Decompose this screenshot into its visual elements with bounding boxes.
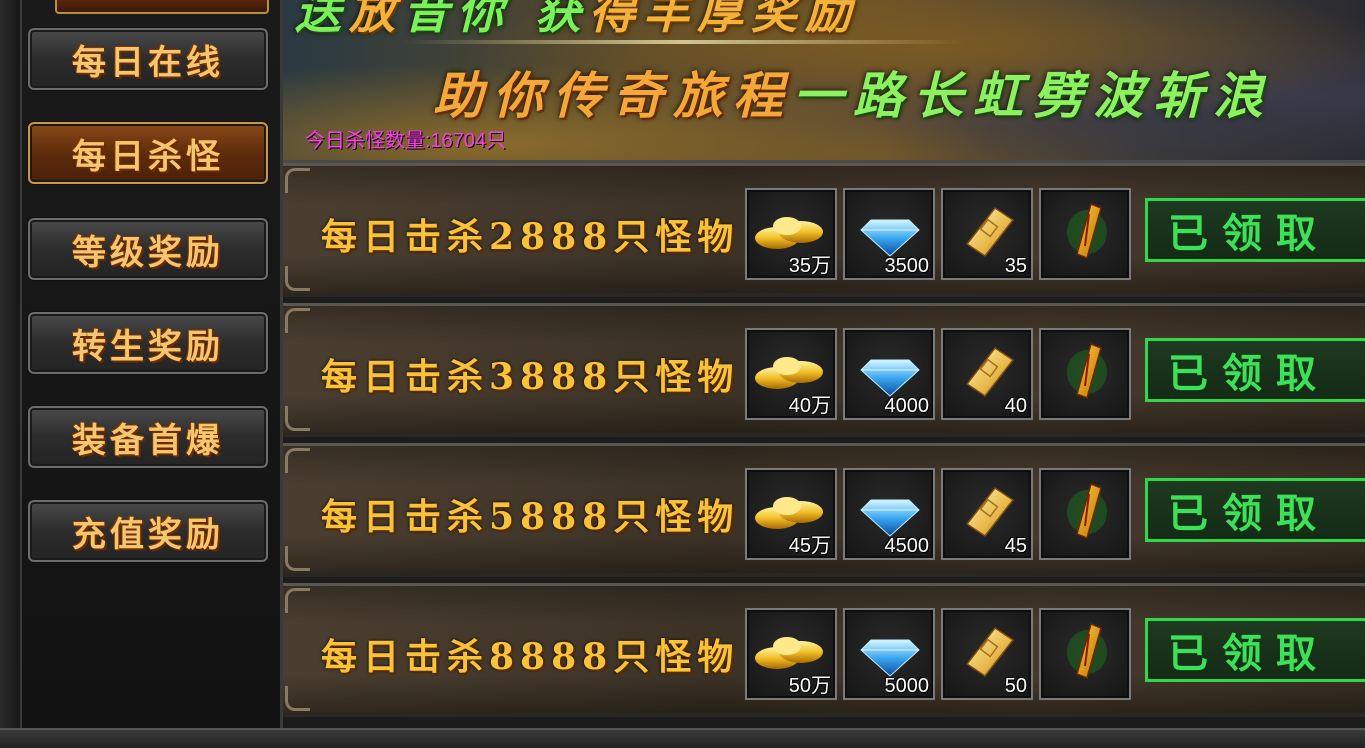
sidebar-edge [0, 0, 22, 730]
task-title: 每日击杀3888只怪物 [321, 356, 740, 398]
diamond-icon [860, 359, 920, 397]
reward-quantity: 45 [1004, 535, 1027, 557]
reward-slot-gold[interactable]: 40万 [745, 328, 837, 420]
sidebar-item-level-reward[interactable]: 等级奖励 [28, 218, 268, 280]
row-ornament [285, 406, 310, 431]
scroll-icon [965, 346, 1015, 398]
reward-slot-gold[interactable]: 35万 [745, 188, 837, 280]
sidebar-item-rebirth-reward[interactable]: 转生奖励 [28, 312, 268, 374]
talisman-icon [1067, 482, 1107, 540]
banner-text-gold: 助你传奇旅程 [433, 66, 793, 125]
scroll-icon [965, 626, 1015, 678]
row-ornament [285, 168, 310, 193]
banner-text: 放 [349, 0, 403, 39]
sidebar-item-daily-kill[interactable]: 每日杀怪 [28, 122, 268, 184]
reward-quantity: 40万 [788, 395, 831, 417]
reward-slot-scroll[interactable]: 50 [941, 608, 1033, 700]
reward-slot-gold[interactable]: 45万 [745, 468, 837, 560]
sidebar-item-equip-first-drop[interactable]: 装备首爆 [28, 406, 268, 468]
kill-count-label: 今日杀怪数量:16704只 [305, 130, 507, 152]
reward-quantity: 35万 [788, 255, 831, 277]
banner-text: 你 [457, 0, 511, 39]
diamond-icon [860, 219, 920, 257]
sidebar-top-ornament [55, 0, 269, 14]
reward-slot-diamond[interactable]: 5000 [843, 608, 935, 700]
banner-text-green: 一路长虹劈波斩浪 [793, 66, 1273, 125]
banner-shine [403, 40, 963, 44]
claim-label: 已领取 [1168, 211, 1330, 257]
bottom-frame [0, 728, 1365, 748]
talisman-icon [1067, 202, 1107, 260]
task-title: 每日击杀5888只怪物 [321, 496, 740, 538]
banner-text: 得丰厚奖励 [589, 0, 860, 39]
sidebar-item-label: 充值奖励 [72, 514, 224, 555]
scroll-icon [965, 206, 1015, 258]
task-row: 每日击杀2888只怪物 35万 3500 35 已领取 [283, 163, 1365, 297]
reward-quantity: 3500 [884, 255, 930, 277]
reward-slot-diamond[interactable]: 4000 [843, 328, 935, 420]
reward-quantity: 50万 [788, 675, 831, 697]
task-title: 每日击杀8888只怪物 [321, 636, 740, 678]
claimed-button[interactable]: 已领取 [1145, 338, 1365, 402]
reward-quantity: 45万 [788, 535, 831, 557]
sidebar-item-label: 每日杀怪 [72, 136, 224, 177]
reward-quantity: 35 [1004, 255, 1027, 277]
reward-quantity: 50 [1004, 675, 1027, 697]
row-ornament [285, 686, 310, 711]
sidebar-item-daily-online[interactable]: 每日在线 [28, 28, 268, 90]
reward-quantity: 5000 [884, 675, 930, 697]
diamond-icon [860, 639, 920, 677]
row-ornament [285, 588, 310, 613]
task-row: 每日击杀3888只怪物 40万 4000 40 已领取 [283, 303, 1365, 437]
sidebar-item-recharge-reward[interactable]: 充值奖励 [28, 500, 268, 562]
scroll-icon [965, 486, 1015, 538]
banner-text: 昔 [403, 0, 457, 39]
reward-slot-diamond[interactable]: 4500 [843, 468, 935, 560]
sidebar-item-label: 转生奖励 [72, 326, 224, 367]
reward-slot-talisman[interactable] [1039, 328, 1131, 420]
reward-quantity: 4000 [884, 395, 930, 417]
sidebar-item-label: 等级奖励 [72, 232, 224, 273]
row-ornament [285, 266, 310, 291]
reward-slot-talisman[interactable] [1039, 468, 1131, 560]
reward-slot-diamond[interactable]: 3500 [843, 188, 935, 280]
row-ornament [285, 546, 310, 571]
diamond-icon [860, 499, 920, 537]
sidebar-item-label: 每日在线 [72, 42, 224, 83]
reward-slot-gold[interactable]: 50万 [745, 608, 837, 700]
task-row: 每日击杀5888只怪物 45万 4500 45 已领取 [283, 443, 1365, 577]
talisman-icon [1067, 622, 1107, 680]
sidebar: 每日在线 每日杀怪 等级奖励 转生奖励 装备首爆 充值奖励 [0, 0, 283, 730]
reward-slot-scroll[interactable]: 45 [941, 468, 1033, 560]
claimed-button[interactable]: 已领取 [1145, 478, 1365, 542]
sidebar-item-label: 装备首爆 [72, 420, 224, 461]
claim-label: 已领取 [1168, 631, 1330, 677]
reward-quantity: 40 [1004, 395, 1027, 417]
reward-slot-scroll[interactable]: 40 [941, 328, 1033, 420]
reward-slot-talisman[interactable] [1039, 188, 1131, 280]
claimed-button[interactable]: 已领取 [1145, 198, 1365, 262]
banner-slogan-top: 送放昔你 获得丰厚奖励 [295, 0, 859, 42]
reward-slot-scroll[interactable]: 35 [941, 188, 1033, 280]
claim-label: 已领取 [1168, 351, 1330, 397]
reward-slot-talisman[interactable] [1039, 608, 1131, 700]
banner-text: 获 [535, 0, 590, 39]
claim-label: 已领取 [1168, 491, 1330, 537]
banner-text: 送 [295, 0, 349, 39]
reward-quantity: 4500 [884, 535, 930, 557]
banner: 送放昔你 获得丰厚奖励 助你传奇旅程一路长虹劈波斩浪 今日杀怪数量:16704只 [283, 0, 1365, 163]
banner-slogan: 助你传奇旅程一路长虹劈波斩浪 [433, 56, 1273, 128]
task-row: 每日击杀8888只怪物 50万 5000 50 已领取 [283, 583, 1365, 717]
claimed-button[interactable]: 已领取 [1145, 618, 1365, 682]
talisman-icon [1067, 342, 1107, 400]
task-title: 每日击杀2888只怪物 [321, 216, 740, 258]
row-ornament [285, 448, 310, 473]
row-ornament [285, 308, 310, 333]
